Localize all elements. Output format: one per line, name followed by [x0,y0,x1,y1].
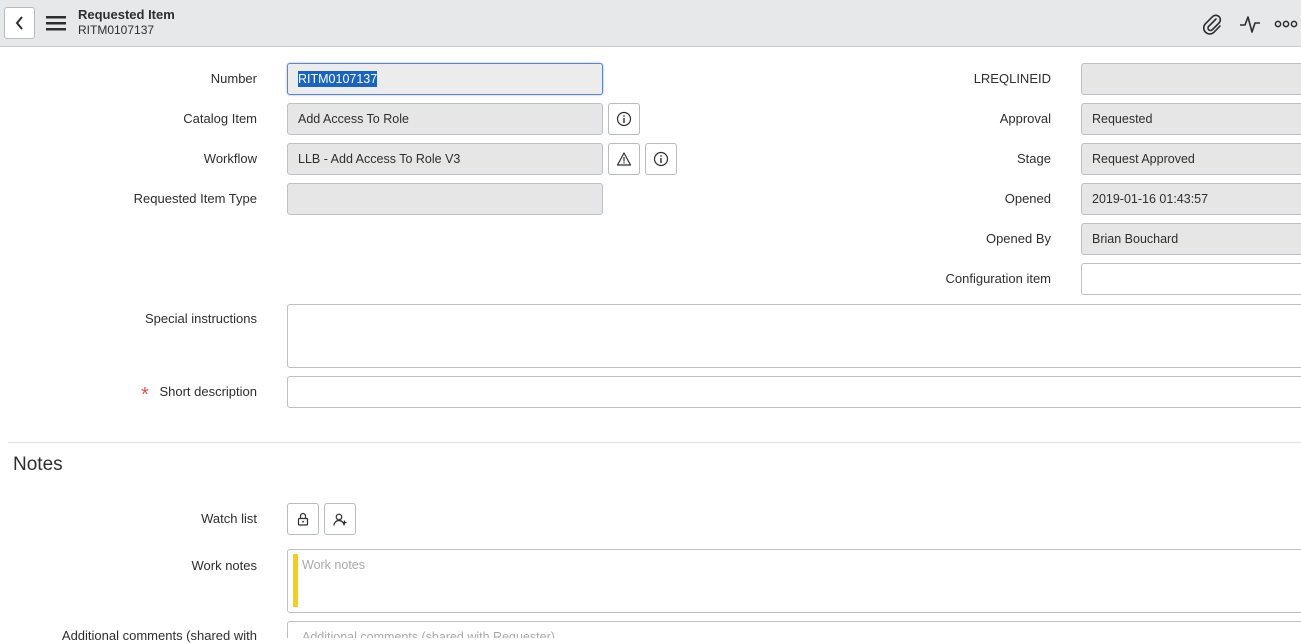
opened-label: Opened [1004,191,1051,206]
watch-list-label: Watch list [201,511,257,526]
additional-comments-placeholder: Additional comments (shared with Request… [302,630,555,638]
page-title: Requested Item [78,7,175,22]
more-options-button[interactable] [1274,12,1298,36]
special-instructions-label: Special instructions [145,311,257,326]
workflow-field[interactable]: LLB - Add Access To Role V3 [287,143,603,175]
approval-field[interactable]: Requested [1081,103,1301,135]
short-description-label: Short description [159,384,257,399]
lock-icon [297,512,309,526]
additional-comments-field[interactable]: Additional comments (shared with Request… [287,621,1301,638]
opened-by-field[interactable]: Brian Bouchard [1081,223,1301,255]
section-divider [8,442,1301,443]
info-icon [653,151,669,167]
add-me-watch-list-button[interactable] [324,503,356,535]
notes-section-title: Notes [13,454,63,475]
configuration-item-field[interactable] [1081,263,1301,295]
requested-item-type-label: Requested Item Type [133,191,257,206]
catalog-item-label: Catalog Item [183,111,257,126]
number-field[interactable]: RITM0107137 [287,63,603,95]
more-options-icon [1274,20,1298,28]
workflow-info-button[interactable] [645,143,677,175]
work-notes-placeholder: Work notes [302,558,365,572]
approval-label: Approval [999,111,1051,126]
form-header: Requested Item RITM0107137 [0,0,1301,47]
requested-item-type-field[interactable] [287,183,603,215]
hamburger-menu-icon [46,16,66,31]
number-value: RITM0107137 [298,71,378,87]
work-notes-field[interactable]: Work notes [287,549,1301,613]
special-instructions-field[interactable] [287,304,1301,368]
lreqlineid-field[interactable] [1081,63,1301,95]
stage-field[interactable]: Request Approved [1081,143,1301,175]
activity-icon [1240,16,1260,33]
activity-stream-button[interactable] [1238,12,1262,36]
workflow-label: Workflow [203,151,257,166]
work-notes-label: Work notes [191,558,257,573]
additional-comments-label: Additional comments (shared with [61,628,257,643]
record-number: RITM0107137 [78,23,155,37]
attachment-button[interactable] [1200,12,1224,36]
catalog-item-info-button[interactable] [608,103,640,135]
workflow-warning-button[interactable] [608,143,640,175]
hamburger-menu-button[interactable] [44,12,68,34]
opened-field[interactable]: 2019-01-16 01:43:57 [1081,183,1301,215]
short-description-field[interactable] [287,376,1301,408]
lreqlineid-label: LREQLINEID [973,71,1051,86]
paperclip-icon [1203,14,1222,35]
required-indicator: * [141,384,149,406]
opened-by-label: Opened By [985,231,1051,246]
number-label: Number [210,71,257,86]
warning-icon [616,152,632,166]
work-notes-indicator-bar [293,554,298,607]
info-icon [616,111,632,127]
back-button[interactable] [4,7,35,39]
configuration-item-label: Configuration item [945,271,1052,286]
catalog-item-field[interactable]: Add Access To Role [287,103,603,135]
add-user-icon [333,513,347,526]
watch-list-unlock-button[interactable] [287,503,319,535]
stage-label: Stage [1017,151,1051,166]
back-icon [15,16,23,30]
